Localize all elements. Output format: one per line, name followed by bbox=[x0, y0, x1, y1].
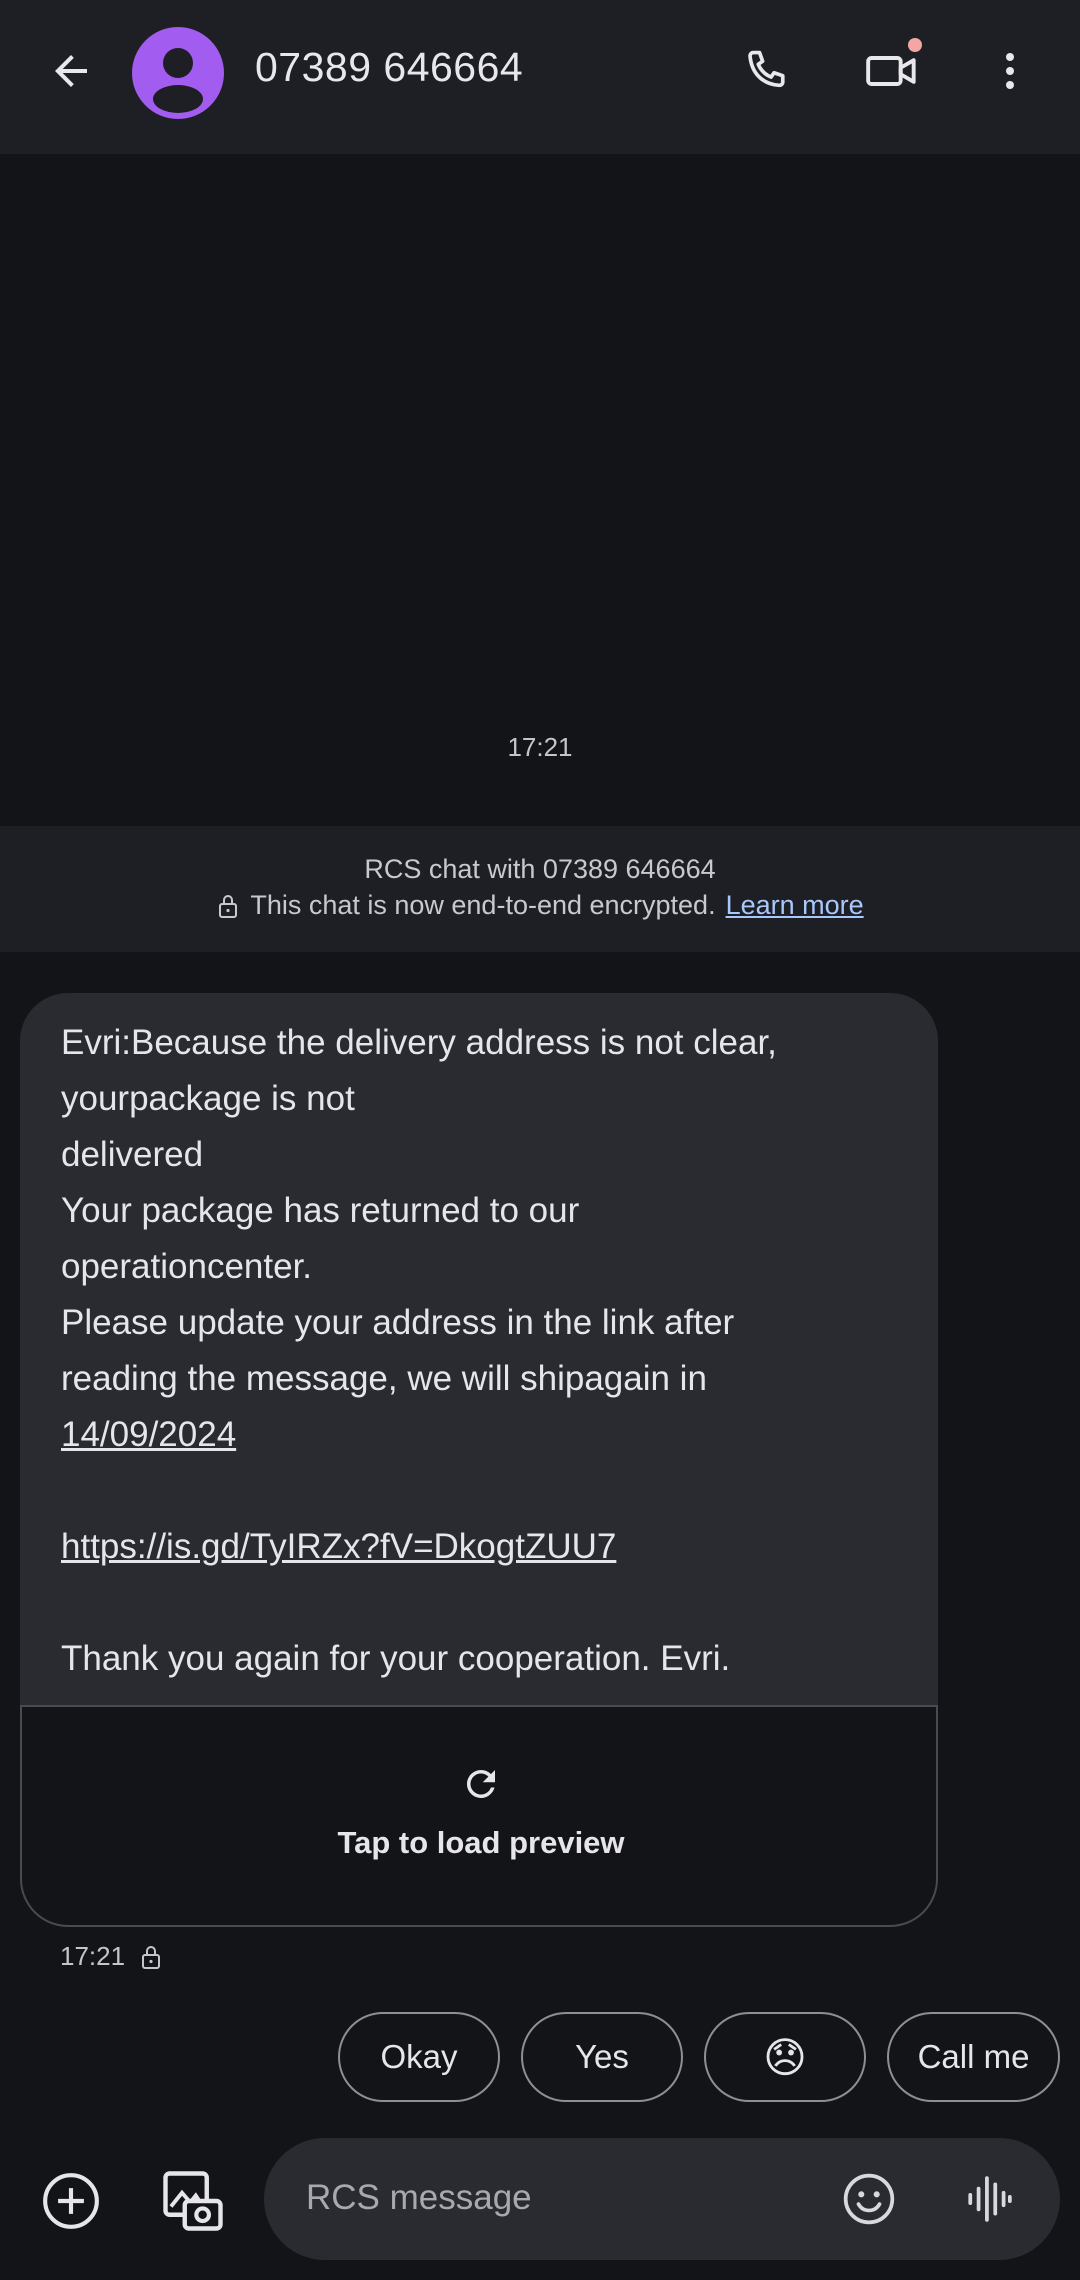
more-vert-icon bbox=[1006, 53, 1014, 89]
messages-app: 07389 646664 17:21 RCS chat with 07389 6… bbox=[0, 0, 1080, 2280]
back-button[interactable] bbox=[36, 36, 106, 106]
back-arrow-icon bbox=[55, 55, 87, 87]
encryption-text: This chat is now end-to-end encrypted. bbox=[250, 890, 716, 920]
avatar-person-icon bbox=[153, 48, 203, 113]
date-link[interactable]: 14/09/2024 bbox=[61, 1415, 236, 1454]
smart-reply-okay[interactable]: Okay bbox=[338, 2012, 500, 2102]
phone-icon bbox=[748, 50, 785, 88]
message-meta: 17:21 bbox=[60, 1941, 163, 1972]
smart-reply-yes[interactable]: Yes bbox=[521, 2012, 683, 2102]
message-text: Evri:Because the delivery address is not… bbox=[61, 1015, 911, 1687]
learn-more-link[interactable]: Learn more bbox=[726, 890, 864, 921]
rcs-encryption-banner: RCS chat with 07389 646664 This chat is … bbox=[0, 826, 1080, 952]
gallery-camera-icon bbox=[163, 2171, 223, 2231]
emoji-button[interactable] bbox=[836, 2166, 902, 2232]
more-options-button[interactable] bbox=[975, 36, 1045, 106]
encryption-notice: This chat is now end-to-end encrypted. L… bbox=[0, 890, 1080, 921]
contact-name[interactable]: 07389 646664 bbox=[255, 44, 523, 91]
smart-reply-call-me[interactable]: Call me bbox=[887, 2012, 1060, 2102]
lock-icon bbox=[142, 1945, 161, 1969]
refresh-icon bbox=[466, 1770, 495, 1798]
message-input[interactable]: RCS message bbox=[264, 2138, 1060, 2260]
incoming-message-bubble[interactable]: Evri:Because the delivery address is not… bbox=[20, 993, 938, 1927]
video-call-icon bbox=[866, 56, 916, 86]
tap-to-load-preview-label: Tap to load preview bbox=[337, 1825, 625, 1860]
add-circle-icon bbox=[43, 2173, 99, 2229]
lock-icon bbox=[219, 894, 238, 918]
message-input-placeholder: RCS message bbox=[306, 2178, 532, 2217]
message-body: Evri:Because the delivery address is not… bbox=[61, 1023, 777, 1398]
gallery-camera-button[interactable] bbox=[156, 2164, 230, 2238]
notification-dot bbox=[908, 38, 922, 52]
voice-waveform-icon bbox=[968, 2176, 1012, 2222]
top-app-bar: 07389 646664 bbox=[0, 0, 1080, 154]
rcs-chat-label: RCS chat with 07389 646664 bbox=[364, 854, 716, 884]
message-closing: Thank you again for your cooperation. Ev… bbox=[61, 1639, 731, 1678]
message-url-link[interactable]: https://is.gd/TyIRZx?fV=DkogtZUU7 bbox=[61, 1527, 616, 1566]
voice-call-button[interactable] bbox=[730, 36, 800, 106]
message-time: 17:21 bbox=[60, 1941, 126, 1971]
contact-avatar[interactable] bbox=[132, 27, 224, 119]
add-attachment-button[interactable] bbox=[36, 2166, 106, 2236]
smart-reply-emoji[interactable]: 😞 bbox=[704, 2012, 866, 2102]
time-divider: 17:21 bbox=[507, 732, 573, 762]
emoji-icon bbox=[843, 2173, 895, 2225]
link-preview-card[interactable]: Tap to load preview bbox=[20, 1705, 938, 1927]
voice-message-button[interactable] bbox=[956, 2166, 1022, 2232]
